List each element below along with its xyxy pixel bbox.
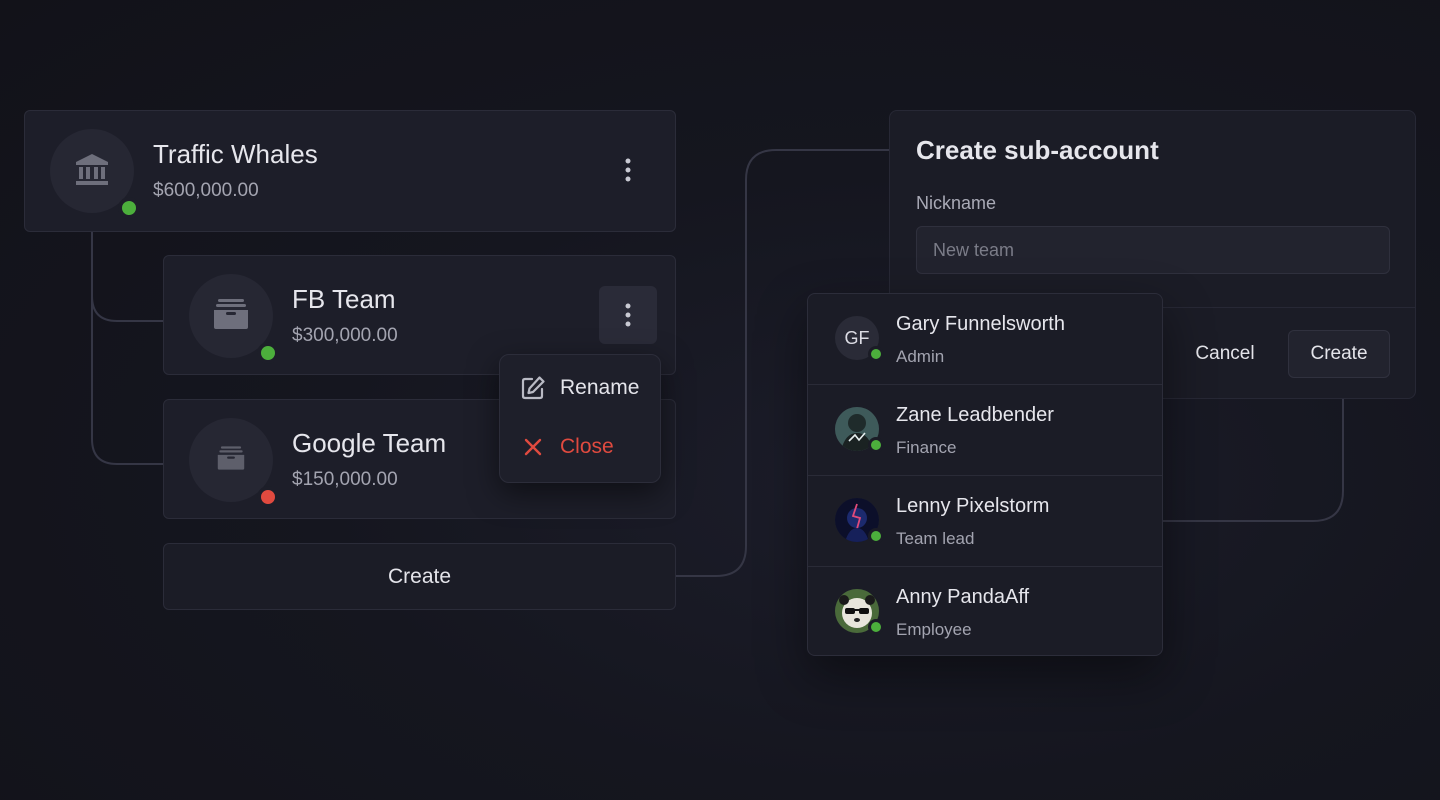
avatar [835, 407, 884, 453]
status-closed-dot [257, 486, 279, 508]
account-context-menu: Rename Close [499, 354, 661, 483]
user-role: Employee [896, 620, 972, 639]
wallet-icon [217, 445, 245, 476]
online-status-dot [868, 528, 884, 544]
menu-item-rename[interactable]: Rename [520, 375, 639, 401]
avatar [835, 589, 884, 635]
user-role: Team lead [896, 529, 975, 548]
account-card-traffic-whales[interactable]: Traffic Whales $600,000.00 [24, 110, 676, 232]
avatar-initials: GF [844, 327, 870, 348]
online-status-dot [868, 346, 884, 362]
status-active-dot [118, 197, 140, 219]
avatar: GF [835, 316, 884, 362]
bank-icon [74, 152, 110, 191]
account-avatar [189, 418, 279, 508]
cancel-button[interactable]: Cancel [1180, 330, 1270, 378]
user-select-dropdown: GF Gary Funnelsworth Admin Zane Leadbend… [807, 293, 1163, 656]
kebab-icon [625, 303, 631, 327]
user-role: Admin [896, 347, 945, 366]
account-avatar [189, 274, 279, 364]
account-balance: $300,000.00 [292, 325, 398, 346]
wallet-icon [213, 298, 249, 335]
account-name: FB Team [292, 284, 396, 314]
create-sub-account-button[interactable]: Create [163, 543, 676, 610]
nickname-input[interactable] [916, 226, 1390, 274]
user-name: Lenny Pixelstorm [896, 495, 1050, 517]
account-avatar [50, 129, 140, 219]
edit-icon [520, 375, 546, 401]
account-balance: $150,000.00 [292, 469, 398, 490]
menu-item-close[interactable]: Close [520, 434, 614, 460]
dialog-title: Create sub-account [916, 135, 1159, 165]
account-name: Traffic Whales [153, 139, 318, 169]
user-option[interactable]: GF Gary Funnelsworth Admin [808, 294, 1162, 385]
user-option[interactable]: Anny PandaAff Employee [808, 567, 1162, 658]
online-status-dot [868, 619, 884, 635]
user-option[interactable]: Lenny Pixelstorm Team lead [808, 476, 1162, 567]
user-role: Finance [896, 438, 957, 457]
avatar [835, 498, 884, 544]
create-button[interactable]: Create [1288, 330, 1390, 378]
more-options-button[interactable] [599, 141, 657, 199]
user-option[interactable]: Zane Leadbender Finance [808, 385, 1162, 476]
user-name: Anny PandaAff [896, 586, 1030, 608]
more-options-button[interactable] [599, 286, 657, 344]
user-name: Gary Funnelsworth [896, 313, 1065, 335]
nickname-label: Nickname [916, 193, 997, 213]
menu-item-label: Rename [560, 376, 640, 399]
menu-item-label: Close [560, 435, 614, 458]
kebab-icon [625, 158, 631, 182]
status-active-dot [257, 342, 279, 364]
user-name: Zane Leadbender [896, 404, 1054, 426]
online-status-dot [868, 437, 884, 453]
account-balance: $600,000.00 [153, 180, 259, 201]
account-name: Google Team [292, 428, 447, 458]
close-icon [520, 434, 546, 460]
